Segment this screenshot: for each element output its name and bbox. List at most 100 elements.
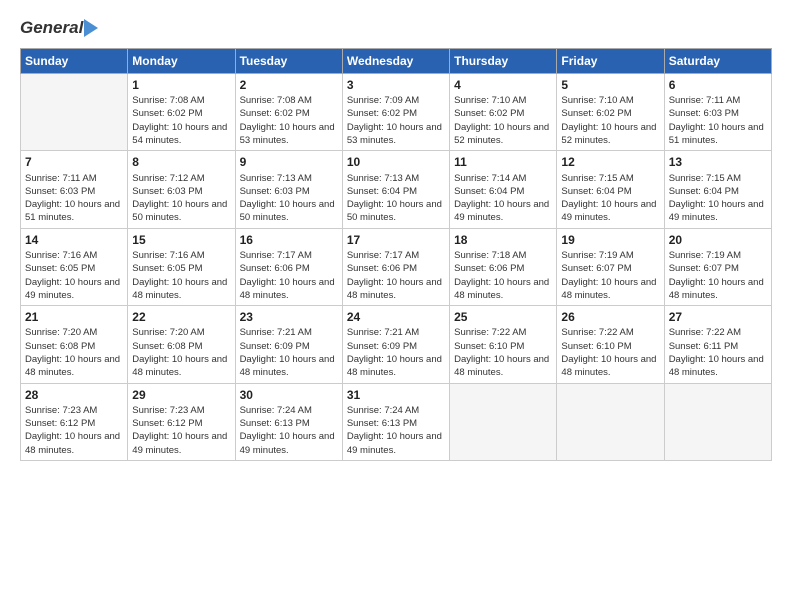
day-info: Sunrise: 7:22 AM Sunset: 6:11 PM Dayligh… (669, 326, 767, 379)
calendar-header-wednesday: Wednesday (342, 49, 449, 74)
day-info: Sunrise: 7:15 AM Sunset: 6:04 PM Dayligh… (561, 172, 659, 225)
day-info: Sunrise: 7:19 AM Sunset: 6:07 PM Dayligh… (669, 249, 767, 302)
calendar-cell: 15Sunrise: 7:16 AM Sunset: 6:05 PM Dayli… (128, 228, 235, 305)
day-number: 5 (561, 77, 659, 93)
calendar-header-saturday: Saturday (664, 49, 771, 74)
calendar-cell: 14Sunrise: 7:16 AM Sunset: 6:05 PM Dayli… (21, 228, 128, 305)
day-number: 7 (25, 154, 123, 170)
calendar-cell: 3Sunrise: 7:09 AM Sunset: 6:02 PM Daylig… (342, 74, 449, 151)
calendar-week-1: 1Sunrise: 7:08 AM Sunset: 6:02 PM Daylig… (21, 74, 772, 151)
calendar-cell: 12 Sunrise: 7:15 AM Sunset: 6:04 PM Dayli… (557, 151, 664, 228)
day-number: 25 (454, 309, 552, 325)
calendar-cell: 7Sunrise: 7:11 AM Sunset: 6:03 PM Daylig… (21, 151, 128, 228)
calendar-cell: 8Sunrise: 7:12 AM Sunset: 6:03 PM Daylig… (128, 151, 235, 228)
day-info: Sunrise: 7:10 AM Sunset: 6:02 PM Dayligh… (454, 94, 552, 147)
day-number: 20 (669, 232, 767, 248)
day-info: Sunrise: 7:15 AM Sunset: 6:04 PM Dayligh… (669, 172, 767, 225)
calendar-cell (664, 383, 771, 460)
calendar-cell: 2Sunrise: 7:08 AM Sunset: 6:02 PM Daylig… (235, 74, 342, 151)
day-number: 22 (132, 309, 230, 325)
day-number: 23 (240, 309, 338, 325)
day-info: Sunrise: 7:09 AM Sunset: 6:02 PM Dayligh… (347, 94, 445, 147)
day-info: Sunrise: 7:08 AM Sunset: 6:02 PM Dayligh… (132, 94, 230, 147)
day-number: 12 (561, 154, 659, 170)
calendar-cell: 23Sunrise: 7:21 AM Sunset: 6:09 PM Dayli… (235, 306, 342, 383)
calendar-cell (21, 74, 128, 151)
day-number: 16 (240, 232, 338, 248)
day-info: Sunrise: 7:10 AM Sunset: 6:02 PM Dayligh… (561, 94, 659, 147)
calendar-week-2: 7Sunrise: 7:11 AM Sunset: 6:03 PM Daylig… (21, 151, 772, 228)
calendar-cell: 6Sunrise: 7:11 AM Sunset: 6:03 PM Daylig… (664, 74, 771, 151)
calendar-cell: 19Sunrise: 7:19 AM Sunset: 6:07 PM Dayli… (557, 228, 664, 305)
calendar-cell: 22Sunrise: 7:20 AM Sunset: 6:08 PM Dayli… (128, 306, 235, 383)
calendar-header-monday: Monday (128, 49, 235, 74)
calendar-week-4: 21Sunrise: 7:20 AM Sunset: 6:08 PM Dayli… (21, 306, 772, 383)
day-info: Sunrise: 7:13 AM Sunset: 6:03 PM Dayligh… (240, 172, 338, 225)
calendar-cell: 29Sunrise: 7:23 AM Sunset: 6:12 PM Dayli… (128, 383, 235, 460)
day-info: Sunrise: 7:16 AM Sunset: 6:05 PM Dayligh… (132, 249, 230, 302)
day-number: 13 (669, 154, 767, 170)
calendar-cell: 13 Sunrise: 7:15 AM Sunset: 6:04 PM Dayli… (664, 151, 771, 228)
day-number: 30 (240, 387, 338, 403)
day-info: Sunrise: 7:18 AM Sunset: 6:06 PM Dayligh… (454, 249, 552, 302)
day-info: Sunrise: 7:20 AM Sunset: 6:08 PM Dayligh… (132, 326, 230, 379)
day-info: Sunrise: 7:22 AM Sunset: 6:10 PM Dayligh… (454, 326, 552, 379)
calendar-header-thursday: Thursday (450, 49, 557, 74)
calendar-cell: 9 Sunrise: 7:13 AM Sunset: 6:03 PM Daylig… (235, 151, 342, 228)
day-number: 19 (561, 232, 659, 248)
day-number: 9 (240, 154, 338, 170)
calendar-cell (557, 383, 664, 460)
day-info: Sunrise: 7:21 AM Sunset: 6:09 PM Dayligh… (240, 326, 338, 379)
day-info: Sunrise: 7:08 AM Sunset: 6:02 PM Dayligh… (240, 94, 338, 147)
day-info: Sunrise: 7:21 AM Sunset: 6:09 PM Dayligh… (347, 326, 445, 379)
calendar-cell: 27Sunrise: 7:22 AM Sunset: 6:11 PM Dayli… (664, 306, 771, 383)
calendar-cell: 24Sunrise: 7:21 AM Sunset: 6:09 PM Dayli… (342, 306, 449, 383)
logo-general-text: General (20, 18, 83, 38)
calendar-cell: 4Sunrise: 7:10 AM Sunset: 6:02 PM Daylig… (450, 74, 557, 151)
calendar-week-5: 28Sunrise: 7:23 AM Sunset: 6:12 PM Dayli… (21, 383, 772, 460)
day-info: Sunrise: 7:23 AM Sunset: 6:12 PM Dayligh… (25, 404, 123, 457)
calendar-cell: 28Sunrise: 7:23 AM Sunset: 6:12 PM Dayli… (21, 383, 128, 460)
calendar-cell: 25Sunrise: 7:22 AM Sunset: 6:10 PM Dayli… (450, 306, 557, 383)
calendar-cell: 20Sunrise: 7:19 AM Sunset: 6:07 PM Dayli… (664, 228, 771, 305)
day-number: 10 (347, 154, 445, 170)
header: General (20, 18, 772, 38)
logo-top: General (20, 18, 99, 38)
calendar-cell: 31Sunrise: 7:24 AM Sunset: 6:13 PM Dayli… (342, 383, 449, 460)
day-number: 2 (240, 77, 338, 93)
day-number: 21 (25, 309, 123, 325)
day-number: 6 (669, 77, 767, 93)
day-info: Sunrise: 7:12 AM Sunset: 6:03 PM Dayligh… (132, 172, 230, 225)
day-number: 18 (454, 232, 552, 248)
day-number: 26 (561, 309, 659, 325)
day-number: 27 (669, 309, 767, 325)
calendar-table: SundayMondayTuesdayWednesdayThursdayFrid… (20, 48, 772, 461)
day-info: Sunrise: 7:24 AM Sunset: 6:13 PM Dayligh… (240, 404, 338, 457)
day-info: Sunrise: 7:20 AM Sunset: 6:08 PM Dayligh… (25, 326, 123, 379)
day-number: 24 (347, 309, 445, 325)
calendar-cell: 1Sunrise: 7:08 AM Sunset: 6:02 PM Daylig… (128, 74, 235, 151)
calendar-cell: 5Sunrise: 7:10 AM Sunset: 6:02 PM Daylig… (557, 74, 664, 151)
day-info: Sunrise: 7:13 AM Sunset: 6:04 PM Dayligh… (347, 172, 445, 225)
day-info: Sunrise: 7:11 AM Sunset: 6:03 PM Dayligh… (669, 94, 767, 147)
calendar-cell (450, 383, 557, 460)
calendar-cell: 17Sunrise: 7:17 AM Sunset: 6:06 PM Dayli… (342, 228, 449, 305)
day-info: Sunrise: 7:19 AM Sunset: 6:07 PM Dayligh… (561, 249, 659, 302)
day-info: Sunrise: 7:16 AM Sunset: 6:05 PM Dayligh… (25, 249, 123, 302)
calendar-cell: 30Sunrise: 7:24 AM Sunset: 6:13 PM Dayli… (235, 383, 342, 460)
day-number: 4 (454, 77, 552, 93)
day-number: 3 (347, 77, 445, 93)
logo-chevron-icon (84, 19, 98, 37)
day-info: Sunrise: 7:22 AM Sunset: 6:10 PM Dayligh… (561, 326, 659, 379)
logo: General (20, 18, 99, 38)
calendar-header-tuesday: Tuesday (235, 49, 342, 74)
day-number: 14 (25, 232, 123, 248)
day-number: 1 (132, 77, 230, 93)
day-number: 17 (347, 232, 445, 248)
calendar-cell: 18Sunrise: 7:18 AM Sunset: 6:06 PM Dayli… (450, 228, 557, 305)
calendar-header-sunday: Sunday (21, 49, 128, 74)
day-number: 31 (347, 387, 445, 403)
day-info: Sunrise: 7:14 AM Sunset: 6:04 PM Dayligh… (454, 172, 552, 225)
calendar-cell: 21Sunrise: 7:20 AM Sunset: 6:08 PM Dayli… (21, 306, 128, 383)
day-info: Sunrise: 7:17 AM Sunset: 6:06 PM Dayligh… (347, 249, 445, 302)
